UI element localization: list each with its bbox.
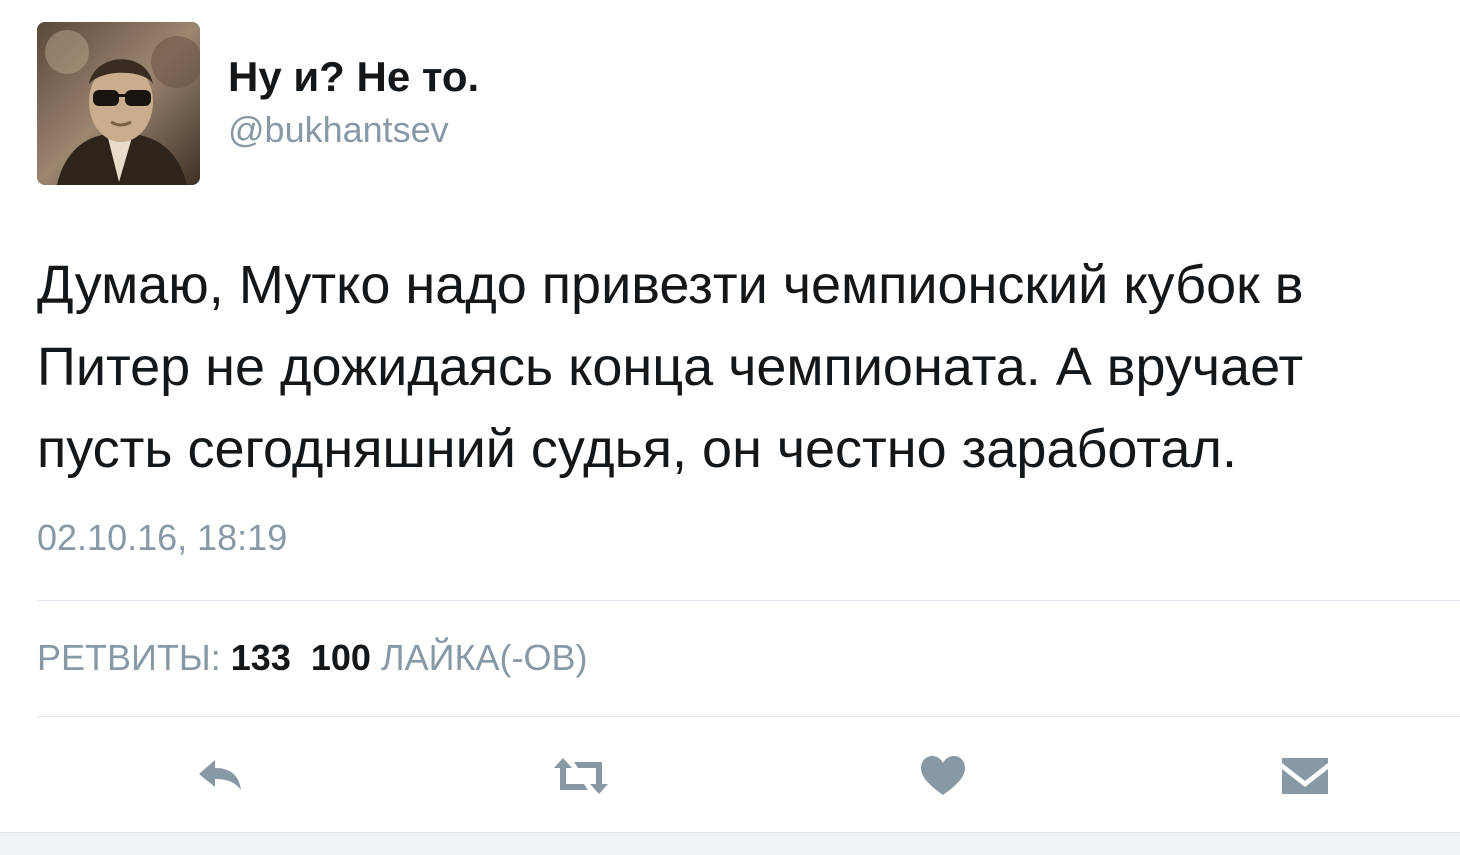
like-button[interactable]: [908, 746, 978, 806]
likes-count[interactable]: 100: [311, 637, 371, 678]
tweet-text: Думаю, Мутко надо привезти чемпионский к…: [37, 244, 1447, 490]
divider: [37, 716, 1460, 717]
tweet-text-line: Питер не дожидаясь конца чемпионата. А в…: [37, 337, 1304, 397]
direct-message-button[interactable]: [1270, 746, 1340, 806]
footer-bar: [0, 832, 1460, 855]
retweet-button[interactable]: [546, 746, 616, 806]
tweet-text-line: Думаю, Мутко надо привезти чемпионский к…: [37, 255, 1304, 315]
avatar-photo: [37, 22, 200, 185]
reply-icon: [199, 760, 241, 790]
retweets-label: РЕТВИТЫ:: [37, 637, 221, 678]
user-handle[interactable]: @bukhantsev: [228, 108, 449, 152]
retweets-count[interactable]: 133: [231, 637, 291, 678]
tweet-text-line: пусть сегодняшний судья, он честно зараб…: [37, 419, 1237, 479]
message-icon: [1282, 758, 1328, 794]
tweet-timestamp[interactable]: 02.10.16, 18:19: [37, 516, 287, 560]
divider: [37, 600, 1460, 601]
likes-label: ЛАЙКА(-ОВ): [380, 637, 588, 678]
tweet-actions: [0, 746, 1460, 806]
reply-button[interactable]: [186, 746, 256, 806]
display-name[interactable]: Ну и? Не то.: [228, 52, 479, 102]
retweet-icon: [554, 758, 608, 794]
avatar[interactable]: [37, 22, 200, 185]
tweet-stats: РЕТВИТЫ: 133 100 ЛАЙКА(-ОВ): [37, 636, 587, 680]
heart-icon: [921, 756, 965, 795]
